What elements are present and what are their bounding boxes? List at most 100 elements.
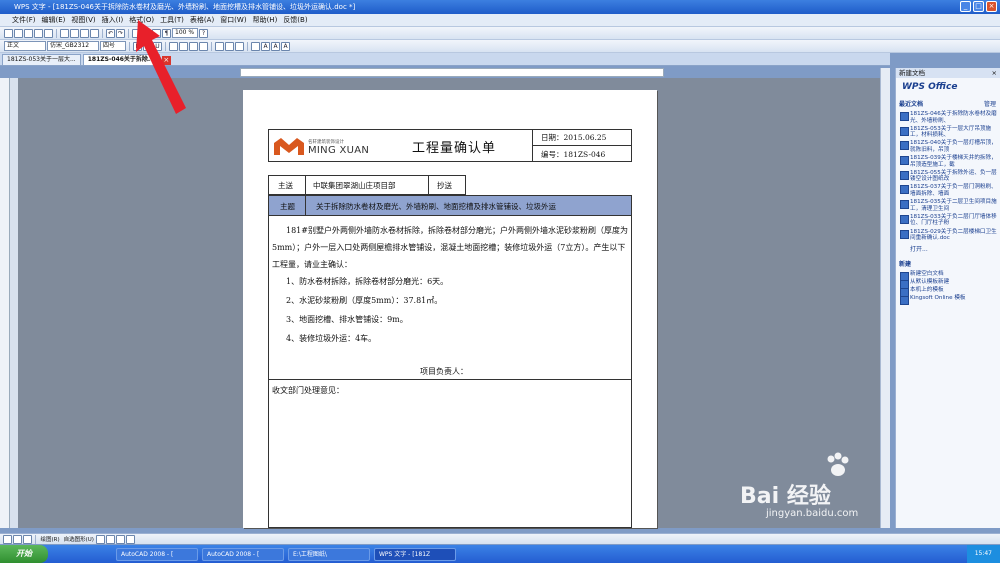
recent-doc-item[interactable]: 181ZS-035关于二层卫生间项目施工，清理卫生间 [896,199,1000,212]
logo-name: MING XUAN [308,145,370,156]
draw-menu[interactable]: 绘图(R) [39,535,61,543]
vertical-scrollbar[interactable] [880,68,890,528]
redo-icon[interactable]: ↷ [116,28,125,38]
align-right-icon[interactable] [189,41,198,51]
menu-window[interactable]: 窗口(W) [220,15,246,25]
recent-doc-item[interactable]: 181ZS-037关于负一层门洞粉刷、墙面拆除、墙面 [896,184,1000,197]
paste-icon[interactable] [80,28,89,38]
window-titlebar: WPS 文字 - [181ZS-046关于拆除防水卷材及磨光、外墙粉刷、地面挖槽… [0,0,1000,14]
start-button[interactable]: 开始 [0,545,48,563]
oval-icon[interactable] [126,534,136,544]
font-color-icon[interactable]: A [261,41,270,51]
style-select[interactable]: 正文 [4,41,46,51]
document-title: 工程量确认单 [412,141,497,156]
to-value: 中联集团翠湖山庄项目部 [313,181,396,190]
recent-docs-label: 最近文档 [899,101,924,108]
close-button[interactable]: × [986,1,997,12]
taskbar-item-autocad[interactable]: AutoCAD 2008 - [ [202,547,284,561]
opinion-cell [268,380,632,528]
horizontal-ruler[interactable] [240,68,664,77]
recent-doc-item[interactable]: 181ZS-033关于负二层门厅墙体移位、门厅柱子粉 [896,214,1000,227]
help-icon[interactable]: ? [199,28,208,38]
taskpane-title: 新建文档 [899,69,925,77]
line-icon[interactable] [96,534,106,544]
manage-link[interactable]: 管理 [984,99,996,108]
taskpane-close-icon[interactable]: × [992,68,997,78]
numbering-icon[interactable] [215,41,224,51]
vertical-ruler[interactable] [0,78,10,528]
new-blank-doc-link[interactable]: 新建空白文档 [896,271,1000,281]
date-field: 日期：2015.06.25 [541,133,607,142]
menu-help[interactable]: 帮助(H) [253,15,278,25]
font-size-select[interactable]: 四号 [100,41,126,51]
maximize-button[interactable]: □ [973,1,984,12]
baidu-paw-icon [827,452,849,476]
draw-tool-icon[interactable] [3,534,12,544]
autoshape-menu[interactable]: 自选图形(U) [62,535,95,543]
watermark-url: jingyan.baidu.com [766,508,859,519]
taskbar-item-explorer[interactable]: E:\工程图纸\ [288,547,370,561]
recent-doc-item[interactable]: 181ZS-053关于一层大厅吊顶施工，材料损耗、 [896,126,1000,139]
mingxuan-logo-icon [274,138,304,155]
menu-table[interactable]: 表格(A) [190,15,214,25]
menu-edit[interactable]: 编辑(E) [42,15,66,25]
new-from-default-link[interactable]: 从默认模板新建 [896,279,1000,289]
shrink-font-icon[interactable]: A [281,41,290,51]
list-item: 1、防水卷材拆除，拆除卷材部分磨光：6天。 [286,277,449,286]
draw-tool-icon[interactable] [23,534,32,544]
bullets-icon[interactable] [225,41,234,51]
list-item: 4、装修垃圾外运：4车。 [286,334,377,343]
subject-label: 主题 [280,202,295,211]
font-select[interactable]: 仿宋_GB2312 [47,41,99,51]
grow-font-icon[interactable]: A [271,41,280,51]
online-templates-link[interactable]: Kingsoft Online 模板 [896,295,1000,305]
rectangle-icon[interactable] [116,534,126,544]
opinion-label: 收文部门处理意见： [272,386,344,395]
indent-icon[interactable] [235,41,244,51]
tab-doc-053[interactable]: 181ZS-053关于一层大... [2,54,81,65]
watermark-brand: Bai 经验 [740,484,831,509]
recent-doc-item[interactable]: 181ZS-055关于拆除外运、负一层镂空设计图纸改 [896,170,1000,183]
window-title: WPS 文字 - [181ZS-046关于拆除防水卷材及磨光、外墙粉刷、地面挖槽… [14,3,356,11]
open-icon[interactable] [14,28,23,38]
system-tray-clock: 15:47 [966,545,1000,563]
taskbar-item-autocad[interactable]: AutoCAD 2008 - [ [116,547,198,561]
red-arrow-icon [136,20,186,114]
drawing-toolbar: 绘图(R) 自选图形(U) [0,533,1000,544]
recent-doc-item[interactable]: 181ZS-039关于楼梯天井的拆除，吊顶造型施工，截 [896,155,1000,168]
task-pane: 新建文档 × WPS Office 最近文档 管理 181ZS-046关于拆除防… [895,68,1000,528]
print-icon[interactable] [34,28,43,38]
copy-icon[interactable] [70,28,79,38]
justify-icon[interactable] [199,41,208,51]
windows-taskbar: 开始 AutoCAD 2008 - [ AutoCAD 2008 - [ E:\… [0,545,1000,563]
left-gutter [10,78,18,528]
local-templates-link[interactable]: 本机上的模板 [896,287,1000,297]
to-label: 主送 [278,181,293,190]
menu-file[interactable]: 文件(F) [12,15,36,25]
open-link[interactable]: 打开... [896,244,1000,253]
undo-icon[interactable]: ↶ [106,28,115,38]
arrow-tool-icon[interactable] [106,534,116,544]
cut-icon[interactable] [60,28,69,38]
recent-doc-item[interactable]: 181ZS-046关于拆除防水卷材及磨光、外墙粉刷、 [896,111,1000,124]
save-icon[interactable] [24,28,33,38]
list-item: 3、地面挖槽、排水管铺设：9m。 [286,315,408,324]
menu-view[interactable]: 视图(V) [71,15,95,25]
list-item: 2、水泥砂浆粉刷（厚度5mm）：37.81㎡。 [286,296,443,305]
menu-feedback[interactable]: 反馈(B) [283,15,307,25]
number-field: 编号：181ZS-046 [541,150,606,159]
menu-insert[interactable]: 插入(I) [102,15,124,25]
wps-office-logo: WPS Office [902,82,958,92]
preview-icon[interactable] [44,28,53,38]
new-section-label: 新建 [899,260,912,268]
new-doc-icon[interactable] [4,28,13,38]
draw-tool-icon[interactable] [13,534,22,544]
taskbar-item-wps[interactable]: WPS 文字 - [181Z [374,547,456,561]
minimize-button[interactable]: _ [960,1,971,12]
format-painter-icon[interactable] [90,28,99,38]
project-manager-label: 项目负责人： [420,367,468,376]
highlight-icon[interactable] [251,41,260,51]
baidu-watermark: Bai 经验 jingyan.baidu.com [740,452,880,532]
recent-doc-item[interactable]: 181ZS-040关于负一层灯槽吊顶，就陈旧料，吊顶 [896,140,1000,153]
recent-doc-item[interactable]: 181ZS-029关于负二层楼梯口卫生间重新确认.doc [896,229,1000,242]
